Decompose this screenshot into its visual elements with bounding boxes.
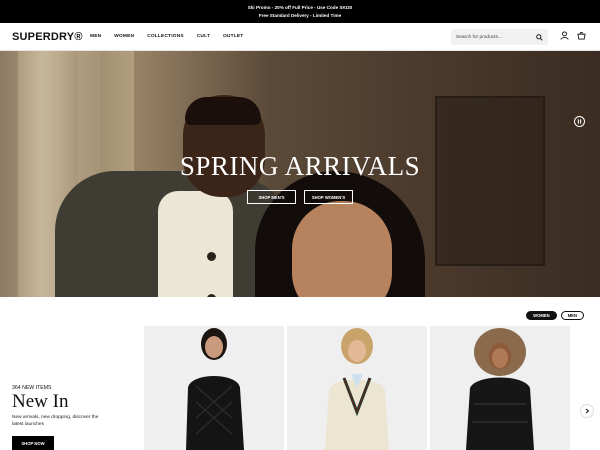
promo-line-1[interactable]: Ski Promo - 20% off Full Price - Use Cod… xyxy=(248,4,352,12)
shop-womens-button[interactable]: SHOP WOMEN'S xyxy=(304,190,353,204)
gender-toggle: WOMEN MEN xyxy=(526,311,584,320)
menu-item-cult[interactable]: CULT xyxy=(197,34,210,39)
header-icons xyxy=(560,31,586,40)
brand-logo[interactable]: SUPERDRY® xyxy=(12,31,90,43)
product-carousel xyxy=(144,326,600,450)
menu-item-collections[interactable]: COLLECTIONS xyxy=(147,34,184,39)
search-input[interactable]: Search for products... xyxy=(451,29,548,45)
pause-icon[interactable] xyxy=(574,116,585,127)
coat-button xyxy=(207,294,216,297)
search-placeholder: Search for products... xyxy=(456,34,502,40)
new-in-panel: 364 NEW ITEMS New In New arrivals, new d… xyxy=(0,326,144,450)
shop-now-button[interactable]: SHOP NOW xyxy=(12,436,54,450)
hero-model-man-sweater xyxy=(158,191,233,297)
product-image xyxy=(144,326,284,450)
carousel-next-button[interactable] xyxy=(580,404,594,418)
hero-model-man-hair xyxy=(185,97,261,125)
chevron-right-icon xyxy=(585,408,590,414)
account-icon[interactable] xyxy=(560,31,569,40)
product-card[interactable] xyxy=(287,326,427,450)
main-header: SUPERDRY® MEN WOMEN COLLECTIONS CULT OUT… xyxy=(0,23,600,51)
hero-title: SPRING ARRIVALS xyxy=(179,151,421,181)
main-menu: MEN WOMEN COLLECTIONS CULT OUTLET xyxy=(90,34,243,39)
hero-model-woman-face xyxy=(292,201,392,297)
hero-banner[interactable]: SPRING ARRIVALS SHOP MEN'S SHOP WOMEN'S xyxy=(0,51,600,297)
product-card[interactable] xyxy=(144,326,284,450)
basket-icon[interactable] xyxy=(577,31,586,40)
new-in-title: New In xyxy=(12,391,69,412)
menu-item-outlet[interactable]: OUTLET xyxy=(223,34,243,39)
product-image xyxy=(287,326,427,450)
toggle-men[interactable]: MEN xyxy=(560,311,584,320)
menu-item-men[interactable]: MEN xyxy=(90,34,101,39)
new-in-description: New arrivals, new dropping, discover the… xyxy=(12,415,99,427)
menu-item-women[interactable]: WOMEN xyxy=(114,34,134,39)
product-card[interactable] xyxy=(430,326,570,450)
toggle-women[interactable]: WOMEN xyxy=(526,311,557,320)
search-icon[interactable] xyxy=(536,33,543,41)
product-image xyxy=(430,326,570,450)
shop-mens-button[interactable]: SHOP MEN'S xyxy=(247,190,296,204)
hero-cta-group: SHOP MEN'S SHOP WOMEN'S xyxy=(0,190,600,204)
coat-button xyxy=(207,252,216,261)
promo-banner[interactable]: Ski Promo - 20% off Full Price - Use Cod… xyxy=(0,0,600,23)
promo-line-2: Free Standard Delivery - Limited Time xyxy=(258,12,342,18)
